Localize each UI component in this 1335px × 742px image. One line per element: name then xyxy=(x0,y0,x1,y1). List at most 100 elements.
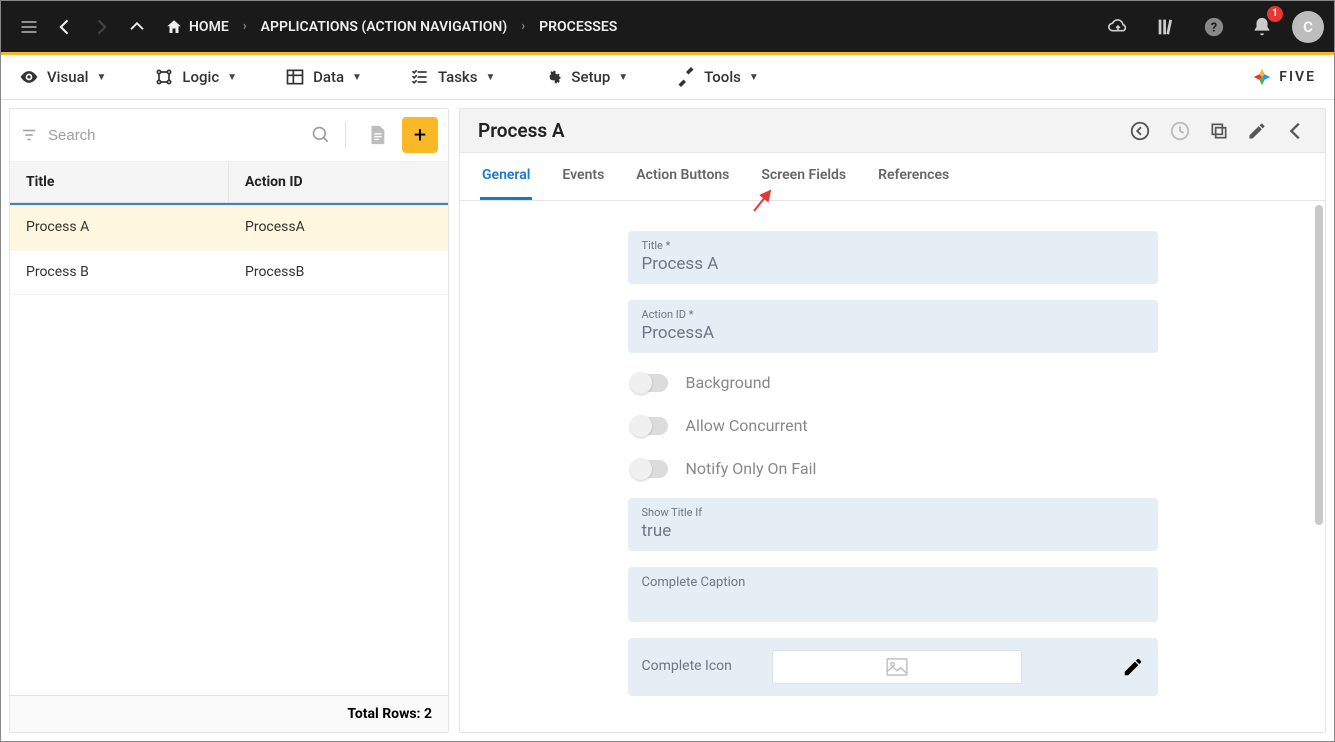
plus-icon: + xyxy=(414,123,426,148)
search-input[interactable] xyxy=(48,127,301,144)
topbar-right: ? 1 C xyxy=(1100,9,1324,45)
nav-forward-icon xyxy=(83,9,119,45)
panel-back-icon[interactable] xyxy=(1285,120,1307,142)
field-label: Show Title If xyxy=(642,506,1144,519)
hamburger-icon[interactable] xyxy=(11,9,47,45)
table-icon xyxy=(285,67,305,87)
table-header: Title Action ID xyxy=(10,162,448,203)
tab-general[interactable]: General xyxy=(480,153,532,200)
column-header-title[interactable]: Title xyxy=(10,162,229,202)
topbar: HOME › APPLICATIONS (ACTION NAVIGATION) … xyxy=(1,1,1334,55)
detail-header: Process A xyxy=(460,109,1325,153)
brand-text: FIVE xyxy=(1279,69,1316,85)
search-icon[interactable] xyxy=(311,125,331,145)
back-circle-icon[interactable] xyxy=(1129,120,1151,142)
tab-references[interactable]: References xyxy=(876,153,951,200)
form-area: Title * Process A Action ID * ProcessA B… xyxy=(460,201,1325,732)
image-placeholder-icon xyxy=(886,658,908,676)
field-value: Process A xyxy=(642,254,1144,274)
avatar[interactable]: C xyxy=(1292,11,1324,43)
nav-back-icon[interactable] xyxy=(47,9,83,45)
switch-allow-concurrent[interactable]: Allow Concurrent xyxy=(628,412,1158,439)
notification-badge: 1 xyxy=(1267,6,1283,22)
toggle-switch[interactable] xyxy=(630,417,668,435)
tab-action-buttons[interactable]: Action Buttons xyxy=(634,153,731,200)
breadcrumb-home[interactable]: HOME xyxy=(165,18,229,36)
field-title[interactable]: Title * Process A xyxy=(628,231,1158,284)
tab-events[interactable]: Events xyxy=(560,153,606,200)
logic-icon xyxy=(154,67,174,87)
menu-label: Logic xyxy=(182,68,219,86)
table-row[interactable]: Process B ProcessB xyxy=(10,250,448,295)
switch-notify-only-on-fail[interactable]: Notify Only On Fail xyxy=(628,455,1158,482)
menu-tasks[interactable]: Tasks▼ xyxy=(410,67,495,87)
history-icon xyxy=(1169,120,1191,142)
nav-up-icon[interactable] xyxy=(119,9,155,45)
notifications-icon[interactable]: 1 xyxy=(1244,9,1280,45)
tasks-icon xyxy=(410,67,430,87)
field-label: Complete Caption xyxy=(642,575,1144,590)
toggle-switch[interactable] xyxy=(630,374,668,392)
menu-visual[interactable]: Visual▼ xyxy=(19,67,106,87)
field-action-id[interactable]: Action ID * ProcessA xyxy=(628,300,1158,353)
dropdown-caret-icon: ▼ xyxy=(352,72,362,83)
menu-data[interactable]: Data ▼ xyxy=(285,67,362,87)
field-complete-caption[interactable]: Complete Caption xyxy=(628,567,1158,622)
list-toolbar: + xyxy=(10,109,448,162)
table-row[interactable]: Process A ProcessA xyxy=(10,203,448,250)
avatar-initial: C xyxy=(1303,18,1313,36)
cloud-sync-icon[interactable] xyxy=(1100,9,1136,45)
dropdown-caret-icon: ▼ xyxy=(749,72,759,83)
menu-tools[interactable]: Tools ▼ xyxy=(676,67,759,87)
filter-icon[interactable] xyxy=(20,126,38,144)
dropdown-caret-icon: ▼ xyxy=(618,72,628,83)
field-label: Title * xyxy=(642,239,1144,252)
brand-logo: FIVE xyxy=(1251,66,1316,88)
library-icon[interactable] xyxy=(1148,9,1184,45)
dropdown-caret-icon: ▼ xyxy=(485,72,495,83)
tab-screen-fields[interactable]: Screen Fields xyxy=(759,153,848,200)
breadcrumb-label: HOME xyxy=(189,19,229,35)
menu-setup[interactable]: Setup ▼ xyxy=(543,67,628,87)
cell-title: Process B xyxy=(10,250,229,294)
copy-icon[interactable] xyxy=(1209,121,1229,141)
breadcrumb-processes[interactable]: PROCESSES xyxy=(539,19,617,35)
column-header-action-id[interactable]: Action ID xyxy=(229,162,448,202)
tools-icon xyxy=(676,67,696,87)
toggle-switch[interactable] xyxy=(630,460,668,478)
edit-icon[interactable] xyxy=(1122,656,1144,678)
menu-label: Setup xyxy=(571,68,610,86)
cell-title: Process A xyxy=(10,205,229,249)
menu-label: Data xyxy=(313,68,344,86)
dropdown-caret-icon: ▼ xyxy=(227,72,237,83)
detail-actions xyxy=(1129,120,1307,142)
table: Title Action ID Process A ProcessA Proce… xyxy=(10,162,448,732)
scrollbar[interactable] xyxy=(1315,205,1323,525)
help-icon[interactable]: ? xyxy=(1196,9,1232,45)
edit-icon[interactable] xyxy=(1247,121,1267,141)
document-button[interactable] xyxy=(360,118,394,152)
menu-logic[interactable]: Logic ▼ xyxy=(154,67,237,87)
cell-action-id: ProcessA xyxy=(229,205,448,249)
detail-title: Process A xyxy=(478,119,565,142)
tabs: General Events Action Buttons Screen Fie… xyxy=(460,153,1325,201)
dropdown-caret-icon: ▼ xyxy=(96,72,106,83)
menubar: Visual▼ Logic ▼ Data ▼ Tasks▼ Setup ▼ Tools… xyxy=(1,55,1334,100)
add-button[interactable]: + xyxy=(402,117,438,153)
breadcrumb-applications[interactable]: APPLICATIONS (ACTION NAVIGATION) xyxy=(261,19,508,35)
field-show-title-if[interactable]: Show Title If true xyxy=(628,498,1158,551)
icon-preview[interactable] xyxy=(772,650,1022,684)
field-value: ProcessA xyxy=(642,323,1144,343)
switch-background[interactable]: Background xyxy=(628,369,1158,396)
breadcrumb-label: PROCESSES xyxy=(539,19,617,35)
switch-label: Allow Concurrent xyxy=(686,416,808,435)
field-value xyxy=(642,592,1144,612)
five-logo-icon xyxy=(1251,66,1273,88)
divider xyxy=(345,122,346,148)
table-footer: Total Rows: 2 xyxy=(10,695,448,732)
field-label: Complete Icon xyxy=(642,658,732,674)
chevron-right-icon: › xyxy=(243,19,247,34)
eye-icon xyxy=(19,67,39,87)
detail-panel: Process A General Events Action Buttons … xyxy=(459,108,1326,733)
menu-label: Tools xyxy=(704,68,741,86)
